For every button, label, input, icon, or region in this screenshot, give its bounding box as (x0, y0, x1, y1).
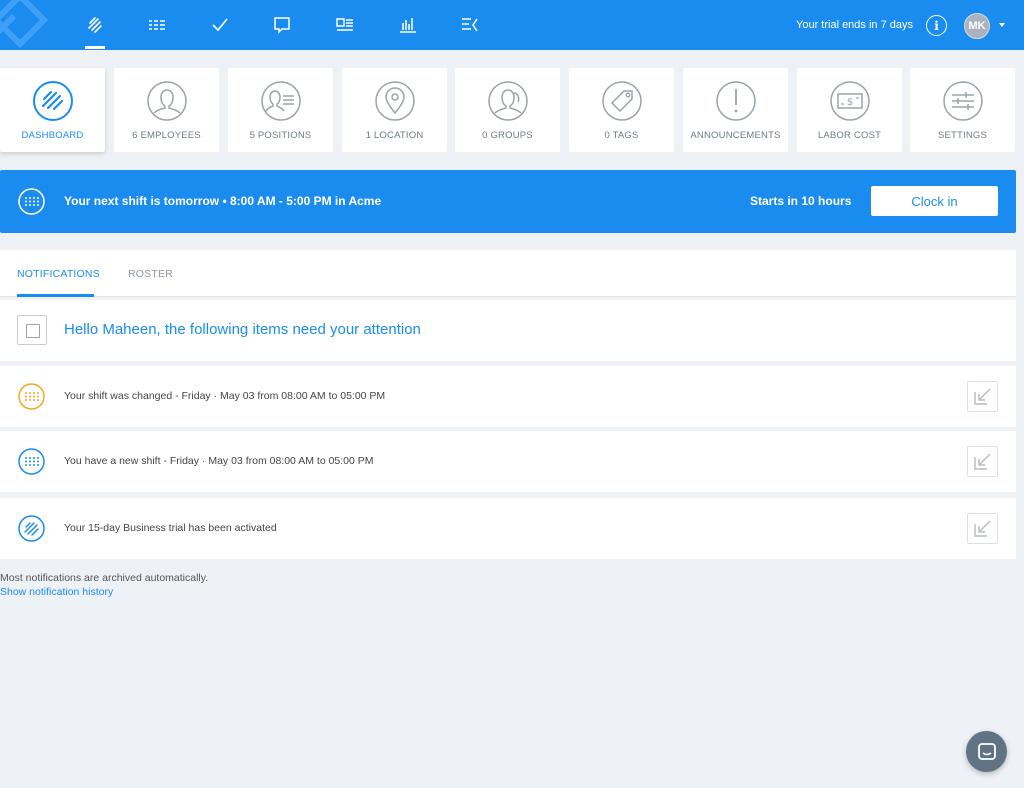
next-shift-text: Your next shift is tomorrow • 8:00 AM - … (64, 194, 382, 208)
app-logo[interactable] (0, 0, 56, 50)
dashboard-icon (32, 81, 73, 121)
location-pin-icon (374, 81, 415, 121)
notification-item: Your shift was changed - Friday · May 03… (0, 366, 1016, 427)
tile-groups[interactable]: 0 GROUPS (455, 68, 560, 152)
notification-text: Your 15-day Business trial has been acti… (64, 522, 277, 534)
tab-active-indicator (17, 294, 94, 297)
chevron-down-icon[interactable] (999, 23, 1005, 27)
tile-announcements[interactable]: ANNOUNCEMENTS (683, 68, 788, 152)
nav-messages-icon[interactable] (268, 12, 296, 38)
nav-reports-icon[interactable] (394, 12, 422, 38)
nav-tasks-check-icon[interactable] (206, 12, 234, 38)
tile-label: ANNOUNCEMENTS (690, 130, 781, 141)
trial-notice[interactable]: Your trial ends in 7 days (796, 19, 913, 31)
tile-label: 6 EMPLOYEES (132, 130, 201, 141)
archive-button[interactable] (967, 446, 998, 477)
archive-note: Most notifications are archived automati… (0, 572, 209, 584)
tile-labor-cost[interactable]: $ LABOR COST (797, 68, 902, 152)
notification-text: Your shift was changed - Friday · May 03… (64, 390, 386, 402)
groups-icon (487, 81, 528, 121)
new-shift-icon (18, 448, 45, 475)
archive-arrow-icon (974, 520, 991, 537)
dashboard-tabs: NOTIFICATIONS ROSTER (0, 250, 1016, 297)
exclamation-icon (715, 81, 756, 121)
tile-tags[interactable]: 0 TAGS (569, 68, 674, 152)
positions-icon (260, 81, 301, 121)
notification-history-link[interactable]: Show notification history (0, 586, 113, 598)
archive-button[interactable] (967, 381, 998, 412)
tile-label: LABOR COST (817, 130, 882, 141)
chat-support-button[interactable] (966, 731, 1007, 772)
notification-text: You have a new shift - Friday · May 03 f… (64, 455, 374, 467)
archive-arrow-icon (974, 388, 991, 405)
attention-message: Hello Maheen, the following items need y… (64, 321, 421, 338)
tab-notifications[interactable]: NOTIFICATIONS (17, 268, 100, 280)
clock-in-button[interactable]: Clock in (871, 186, 998, 216)
top-navigation-bar: Your trial ends in 7 days i MK (0, 0, 1024, 50)
notification-item: Your 15-day Business trial has been acti… (0, 498, 1016, 559)
tile-label: 5 POSITIONS (249, 130, 312, 141)
notification-item: You have a new shift - Friday · May 03 f… (0, 431, 1016, 492)
select-all-checkbox[interactable] (17, 315, 47, 345)
shift-changed-icon (18, 383, 45, 410)
chat-icon (977, 742, 996, 760)
trial-activated-icon (18, 515, 45, 542)
tile-label: 0 GROUPS (482, 130, 533, 141)
tile-settings[interactable]: SETTINGS (910, 68, 1015, 152)
nav-newsfeed-icon[interactable] (331, 12, 359, 38)
archive-button[interactable] (967, 513, 998, 544)
tile-label: 0 TAGS (604, 130, 639, 141)
tile-label: DASHBOARD (21, 130, 84, 141)
attention-header: Hello Maheen, the following items need y… (0, 300, 1016, 361)
schedule-icon (18, 188, 45, 215)
sliders-icon (942, 81, 983, 121)
nav-active-indicator (85, 46, 105, 49)
archive-arrow-icon (974, 453, 991, 470)
tile-label: SETTINGS (937, 130, 988, 141)
nav-dashboard-icon[interactable] (81, 12, 109, 38)
tile-location[interactable]: 1 LOCATION (342, 68, 447, 152)
employee-icon (146, 81, 187, 121)
tile-positions[interactable]: 5 POSITIONS (228, 68, 333, 152)
shift-starts-in: Starts in 10 hours (750, 194, 852, 208)
nav-timesheets-icon[interactable] (456, 12, 484, 38)
nav-schedule-icon[interactable] (143, 12, 171, 38)
avatar[interactable]: MK (964, 13, 990, 39)
svg-text:$: $ (846, 97, 852, 108)
money-icon: $ (829, 81, 870, 121)
next-shift-banner: Your next shift is tomorrow • 8:00 AM - … (0, 170, 1016, 233)
tag-icon (601, 81, 642, 121)
tile-label: 1 LOCATION (365, 130, 424, 141)
info-icon[interactable]: i (926, 15, 947, 36)
tile-dashboard[interactable]: DASHBOARD (0, 68, 105, 152)
tab-roster[interactable]: ROSTER (128, 268, 173, 280)
tile-employees[interactable]: 6 EMPLOYEES (114, 68, 219, 152)
